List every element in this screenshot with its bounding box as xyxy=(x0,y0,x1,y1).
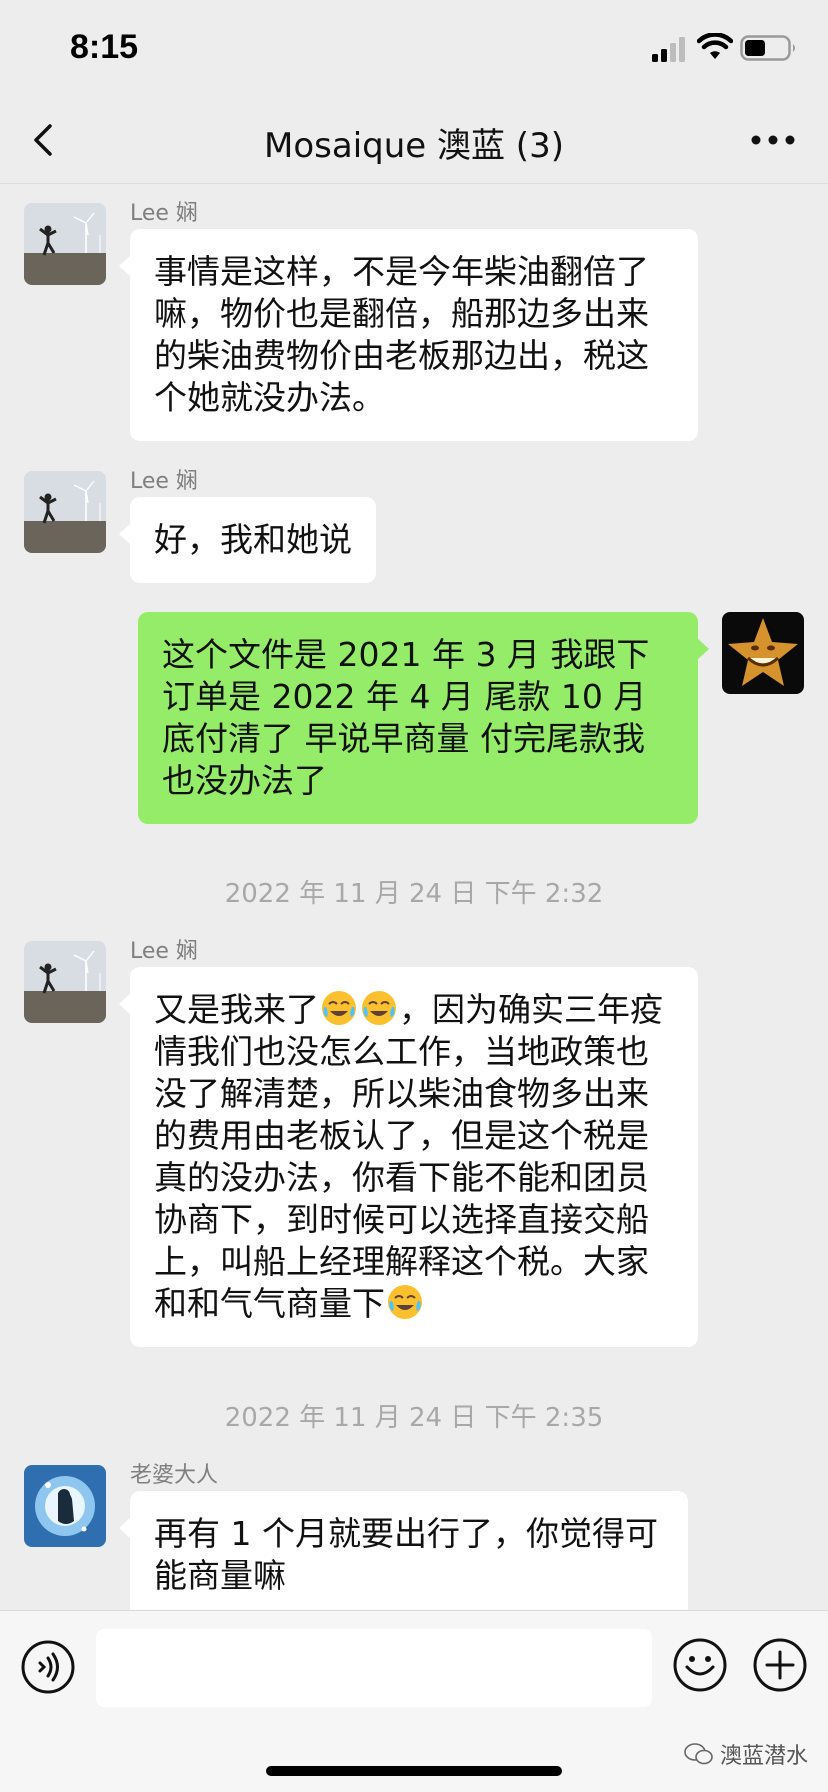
watermark: 澳蓝潜水 xyxy=(684,1738,808,1770)
message-list[interactable]: Lee 娴 事情是这样，不是今年柴油翻倍了嘛，物价也是翻倍，船那边多出来的柴油费… xyxy=(0,185,828,1610)
emoji-icon[interactable] xyxy=(672,1637,728,1693)
message-text: ，因为确实三年疫情我们也没怎么工作，当地政策也没了解清楚，所以柴油食物多出来的费… xyxy=(154,990,663,1323)
chat-title: Mosaique 澳蓝 (3) xyxy=(264,126,564,166)
crying-laughing-emoji-icon xyxy=(388,1285,422,1319)
avatar-lee[interactable] xyxy=(24,941,106,1023)
message-bubble[interactable]: 再有 1 个月就要出行了，你觉得可能商量嘛 xyxy=(119,1491,688,1610)
watermark-text: 澳蓝潜水 xyxy=(720,1744,809,1769)
home-indicator[interactable] xyxy=(266,1766,562,1776)
message-bubble-outgoing[interactable]: 这个文件是 2021 年 3 月 我跟下订单是 2022 年 4 月 尾款 10… xyxy=(138,612,709,824)
message-bubble[interactable]: 又是我来了 ，因为确实三年疫情我们也没怎么工作，当地政策也没了解清楚，所以柴油食物… xyxy=(119,967,698,1347)
status-time: 8:15 xyxy=(70,28,139,66)
wechat-icon xyxy=(684,1743,713,1765)
status-bar: 8:15 xyxy=(0,0,828,96)
more-options-icon[interactable] xyxy=(748,124,798,156)
wifi-icon xyxy=(697,33,733,59)
cellular-signal-icon xyxy=(652,37,685,62)
sender-name: 老婆大人 xyxy=(130,1463,219,1488)
voice-input-icon[interactable] xyxy=(20,1639,76,1695)
sender-name: Lee 娴 xyxy=(130,469,198,494)
timestamp: 2022 年 11 月 24 日 下午 2:35 xyxy=(224,1403,604,1433)
battery-icon xyxy=(740,35,795,61)
message-bubble[interactable]: 好，我和她说 xyxy=(119,497,376,583)
timestamp: 2022 年 11 月 24 日 下午 2:32 xyxy=(224,879,604,909)
crying-laughing-emoji-icon xyxy=(322,991,356,1025)
plus-icon[interactable] xyxy=(752,1637,808,1693)
avatar-lee[interactable] xyxy=(24,471,106,553)
crying-laughing-emoji-icon xyxy=(362,991,396,1025)
chat-header: Mosaique 澳蓝 (3) xyxy=(0,96,828,184)
sender-name: Lee 娴 xyxy=(130,201,198,226)
avatar-wife[interactable] xyxy=(24,1465,106,1547)
sender-name: Lee 娴 xyxy=(130,939,198,964)
avatar-self[interactable] xyxy=(722,612,804,694)
message-bubble[interactable]: 事情是这样，不是今年柴油翻倍了嘛，物价也是翻倍，船那边多出来的柴油费物价由老板那… xyxy=(119,229,698,441)
message-input[interactable] xyxy=(96,1629,652,1707)
message-text: 又是我来了 xyxy=(154,990,319,1029)
avatar-lee[interactable] xyxy=(24,203,106,285)
